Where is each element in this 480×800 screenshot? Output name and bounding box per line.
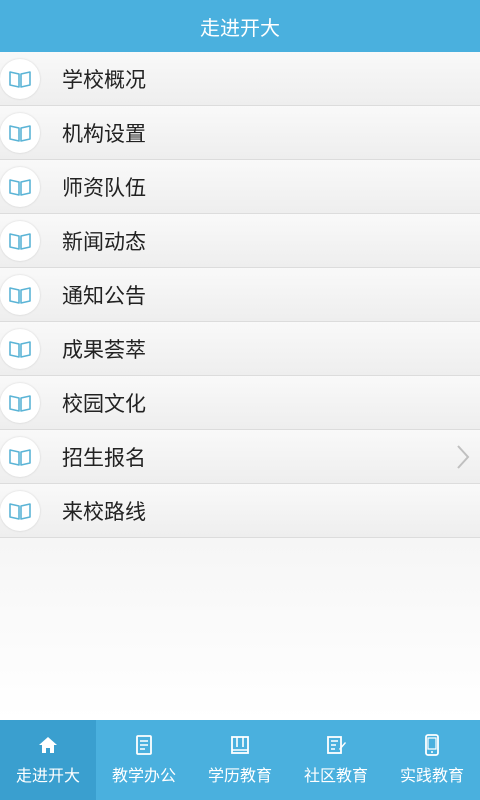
list-item-enrollment[interactable]: 招生报名 xyxy=(0,430,480,484)
tab-label: 社区教育 xyxy=(303,766,368,785)
tab-label: 实践教育 xyxy=(399,766,464,785)
empty-area xyxy=(0,538,480,720)
chevron-right-icon xyxy=(457,445,470,469)
list-item-label: 成果荟萃 xyxy=(62,337,146,362)
book-icon xyxy=(0,220,40,261)
list-item-achievements[interactable]: 成果荟萃 xyxy=(0,322,480,376)
phone-icon xyxy=(425,734,439,756)
tab-practice-education[interactable]: 实践教育 xyxy=(384,720,480,800)
list-item-campus-culture[interactable]: 校园文化 xyxy=(0,376,480,430)
book-icon xyxy=(0,112,40,153)
list-item-label: 招生报名 xyxy=(62,445,146,470)
home-icon xyxy=(39,737,57,753)
menu-list: 学校概况 机构设置 师资队伍 新闻动态 通知公告 成果荟萃 校园文化 招生报名 … xyxy=(0,52,480,538)
open-book-icon xyxy=(231,736,249,754)
book-icon xyxy=(0,166,40,207)
list-item-notices[interactable]: 通知公告 xyxy=(0,268,480,322)
book-icon xyxy=(0,58,40,99)
list-item-label: 机构设置 xyxy=(62,121,146,146)
list-item-label: 师资队伍 xyxy=(62,175,146,200)
list-item-news[interactable]: 新闻动态 xyxy=(0,214,480,268)
tab-label: 教学办公 xyxy=(111,766,176,785)
page-title: 走进开大 xyxy=(200,15,280,40)
list-item-label: 通知公告 xyxy=(62,283,146,308)
tab-about[interactable]: 走进开大 xyxy=(0,720,96,800)
list-item-label: 新闻动态 xyxy=(62,229,146,254)
list-item-school-overview[interactable]: 学校概况 xyxy=(0,52,480,106)
list-item-organization[interactable]: 机构设置 xyxy=(0,106,480,160)
tab-degree-education[interactable]: 学历教育 xyxy=(192,720,288,800)
document-icon xyxy=(136,735,152,755)
bottom-tab-bar: 走进开大 教学办公 学历教育 社区教育 实践教育 xyxy=(0,720,480,800)
list-item-faculty[interactable]: 师资队伍 xyxy=(0,160,480,214)
book-icon xyxy=(0,328,40,369)
tab-label: 走进开大 xyxy=(15,766,80,785)
tab-teaching-office[interactable]: 教学办公 xyxy=(96,720,192,800)
tab-community-education[interactable]: 社区教育 xyxy=(288,720,384,800)
edit-icon xyxy=(327,736,346,754)
list-item-label: 来校路线 xyxy=(62,499,146,524)
book-icon xyxy=(0,436,40,477)
book-icon xyxy=(0,274,40,315)
list-item-directions[interactable]: 来校路线 xyxy=(0,484,480,538)
tab-label: 学历教育 xyxy=(207,766,272,785)
book-icon xyxy=(0,382,40,423)
title-bar: 走进开大 xyxy=(0,0,480,52)
list-item-label: 学校概况 xyxy=(62,67,146,92)
book-icon xyxy=(0,490,40,531)
list-item-label: 校园文化 xyxy=(62,391,146,416)
